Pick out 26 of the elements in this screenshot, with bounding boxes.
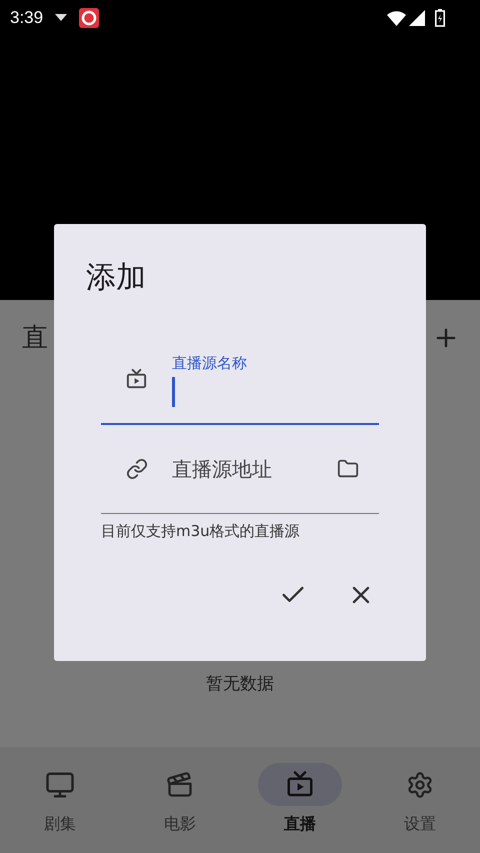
tv-play-icon	[285, 770, 315, 800]
input-field[interactable]: 直播源名称	[101, 336, 379, 425]
dropdown-icon	[55, 14, 68, 22]
app-icon	[79, 8, 100, 28]
link-icon	[126, 458, 148, 480]
field-label: 直播源名称	[172, 352, 248, 372]
field-placeholder: 直播源地址	[172, 456, 273, 483]
settings-icon	[406, 770, 434, 798]
helper-text: 目前仅支持m3u格式的直播源	[101, 521, 301, 542]
nav-tab[interactable]: 设置	[360, 763, 480, 853]
status-time: 3:39	[10, 7, 44, 30]
empty-text: 暂无数据	[206, 672, 274, 696]
text-cursor	[172, 376, 175, 406]
dialog-title: 添加	[86, 259, 147, 297]
page-title: 直	[22, 322, 48, 354]
nav-tab[interactable]: 电影	[120, 763, 240, 853]
nav-tab[interactable]: 剧集	[0, 763, 120, 853]
wifi-icon	[387, 10, 406, 26]
folder-icon[interactable]	[337, 458, 359, 480]
monitor-icon	[45, 770, 75, 800]
tv-play-icon	[125, 368, 148, 391]
nav-tab[interactable]: 直播	[240, 763, 360, 853]
battery-icon	[435, 9, 445, 27]
clapperboard-icon	[166, 770, 194, 798]
signal-icon	[409, 10, 425, 26]
input-field[interactable]: 直播源地址	[101, 425, 379, 514]
